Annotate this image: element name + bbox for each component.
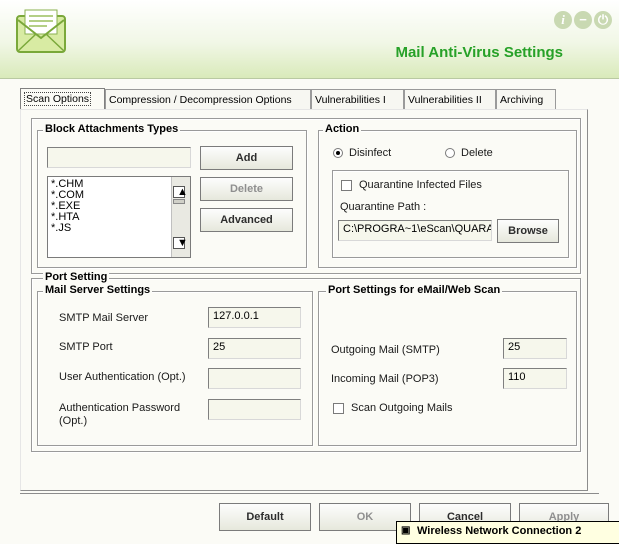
auth-password-input[interactable] bbox=[208, 399, 301, 420]
mail-envelope-icon bbox=[16, 8, 66, 54]
footer-divider bbox=[20, 493, 599, 494]
scroll-thumb[interactable] bbox=[173, 199, 185, 204]
smtp-server-input[interactable]: 127.0.0.1 bbox=[208, 307, 301, 328]
browse-button[interactable]: Browse bbox=[497, 219, 559, 243]
smtp-port-input[interactable]: 25 bbox=[208, 338, 301, 359]
delete-button[interactable]: Delete bbox=[200, 177, 293, 201]
tab-archiving[interactable]: Archiving bbox=[496, 89, 556, 109]
incoming-mail-input[interactable]: 110 bbox=[503, 368, 567, 389]
scan-outgoing-checkbox[interactable] bbox=[333, 403, 344, 414]
scan-outgoing-label: Scan Outgoing Mails bbox=[351, 402, 453, 414]
delete-label: Delete bbox=[461, 147, 493, 159]
mail-server-title: Mail Server Settings bbox=[43, 284, 153, 296]
tab-compression-options[interactable]: Compression / Decompression Options bbox=[105, 89, 311, 109]
minimize-icon[interactable]: − bbox=[574, 11, 592, 29]
scroll-up-icon[interactable]: ▲ bbox=[173, 186, 188, 198]
quarantine-path-input[interactable]: C:\PROGRA~1\eScan\QUARANTINE bbox=[338, 220, 492, 241]
quarantine-path-label: Quarantine Path : bbox=[340, 201, 427, 213]
quarantine-checkbox[interactable] bbox=[341, 180, 352, 191]
auth-password-label-opt: (Opt.) bbox=[59, 415, 88, 427]
window-title: Mail Anti-Virus Settings bbox=[395, 44, 563, 61]
user-auth-label: User Authentication (Opt.) bbox=[59, 371, 186, 383]
smtp-server-label: SMTP Mail Server bbox=[59, 312, 149, 324]
power-icon[interactable]: ⏻ bbox=[594, 11, 612, 29]
tab-vulnerabilities-2[interactable]: Vulnerabilities II bbox=[404, 89, 496, 109]
quarantine-label: Quarantine Infected Files bbox=[359, 179, 482, 191]
auth-password-label: Authentication Password bbox=[59, 402, 181, 414]
delete-radio[interactable] bbox=[445, 148, 455, 158]
network-tooltip: ▣ Wireless Network Connection 2 bbox=[396, 521, 619, 544]
add-button[interactable]: Add bbox=[200, 146, 293, 170]
user-auth-input[interactable] bbox=[208, 368, 301, 389]
default-button[interactable]: Default bbox=[219, 503, 311, 531]
block-attachments-title: Block Attachments Types bbox=[43, 123, 181, 135]
list-scrollbar[interactable]: ▲ ▼ bbox=[171, 177, 190, 257]
network-icon: ▣ bbox=[401, 525, 411, 536]
action-title: Action bbox=[323, 123, 362, 135]
disinfect-label: Disinfect bbox=[349, 147, 392, 159]
header-bar bbox=[0, 0, 619, 79]
attachment-type-input[interactable] bbox=[47, 147, 191, 168]
info-icon[interactable]: i bbox=[554, 11, 572, 29]
advanced-button[interactable]: Advanced bbox=[200, 208, 293, 232]
attachment-types-list[interactable]: *.CHM *.COM *.EXE *.HTA *.JS ▲ ▼ bbox=[47, 176, 191, 258]
outgoing-mail-label: Outgoing Mail (SMTP) bbox=[331, 344, 440, 356]
outgoing-mail-input[interactable]: 25 bbox=[503, 338, 567, 359]
smtp-port-label: SMTP Port bbox=[59, 341, 113, 353]
port-setting-title: Port Setting bbox=[43, 271, 110, 283]
incoming-mail-label: Incoming Mail (POP3) bbox=[331, 373, 439, 385]
list-item[interactable]: *.JS bbox=[48, 223, 190, 234]
tab-scan-options[interactable]: Scan Options bbox=[20, 88, 105, 110]
email-web-title: Port Settings for eMail/Web Scan bbox=[326, 284, 503, 296]
tab-vulnerabilities-1[interactable]: Vulnerabilities I bbox=[311, 89, 404, 109]
scroll-down-icon[interactable]: ▼ bbox=[173, 237, 188, 249]
disinfect-radio[interactable] bbox=[333, 148, 343, 158]
